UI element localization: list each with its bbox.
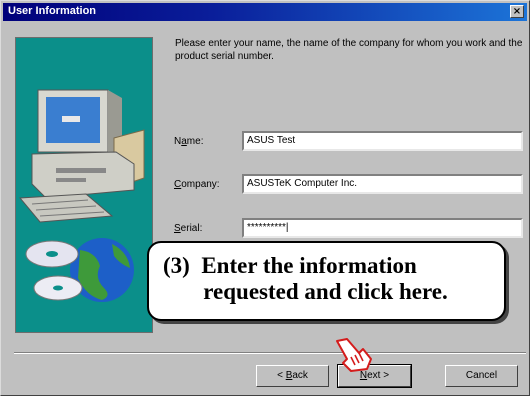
instruction-callout: (3) Enter the information requested and … xyxy=(147,241,506,321)
company-input[interactable]: ASUSTeK Computer Inc. xyxy=(242,174,523,194)
name-label: Name: xyxy=(174,136,204,147)
user-information-dialog: User Information × Please enter your nam… xyxy=(0,0,530,396)
company-label: Company: xyxy=(174,179,220,190)
serial-label: Serial: xyxy=(174,223,203,234)
back-button[interactable]: < Back xyxy=(256,365,329,387)
callout-text: (3) Enter the information requested and … xyxy=(163,253,448,304)
cancel-button[interactable]: Cancel xyxy=(445,365,518,387)
serial-input[interactable]: **********| xyxy=(242,218,523,238)
close-icon: × xyxy=(512,6,522,17)
computer-illustration xyxy=(15,37,153,333)
title-bar[interactable]: User Information × xyxy=(3,3,527,21)
close-button[interactable]: × xyxy=(510,5,524,18)
instruction-text: Please enter your name, the name of the … xyxy=(175,38,523,62)
pointing-hand-icon xyxy=(336,338,372,372)
name-input[interactable]: ASUS Test xyxy=(242,131,523,151)
separator xyxy=(14,352,526,354)
window-title: User Information xyxy=(8,5,97,17)
